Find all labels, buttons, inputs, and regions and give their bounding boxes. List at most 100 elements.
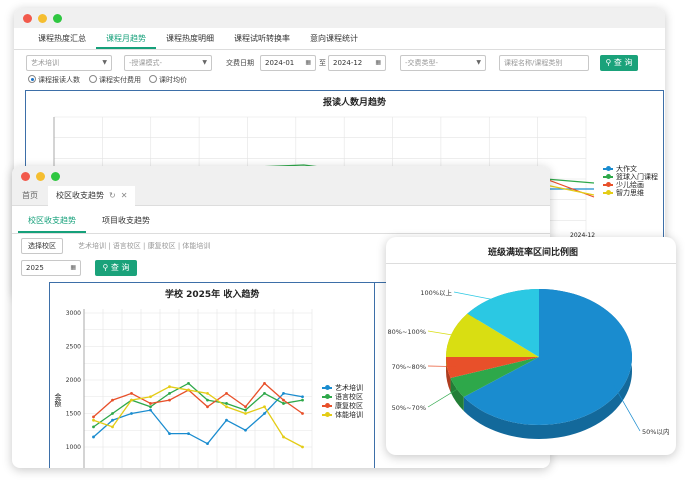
series-point-2: [149, 402, 152, 405]
maximize-window-button[interactable]: [53, 14, 62, 23]
class-fill-rate-card: 班级满班率区间比例图 50%以内 50%~70% 70%~80% 80%~100% 10…: [386, 237, 676, 455]
page-tabs: 首页 校区收支趋势 ↻ ✕: [12, 185, 550, 206]
mode-select[interactable]: -授课模式- ▼: [124, 55, 212, 71]
fill-rate-pie: 50%以内 50%~70% 70%~80% 80%~100% 100%以上: [388, 288, 669, 439]
close-window-button[interactable]: [23, 14, 32, 23]
series-point-2: [168, 398, 171, 402]
pie-label-4: 100%以上: [420, 288, 452, 297]
series-point-2: [130, 392, 133, 395]
tab-intent-course-stats[interactable]: 意向课程统计: [300, 28, 368, 49]
series-point-3: [244, 412, 247, 415]
series-point-3: [187, 388, 190, 392]
date-separator: 至: [319, 59, 326, 67]
series-point-3: [282, 435, 285, 439]
query-label: 查 询: [110, 263, 130, 272]
school-list: 艺术培训 | 语言校区 | 康复校区 | 体能培训: [78, 242, 211, 250]
year-input[interactable]: 2025 ▦: [21, 260, 81, 276]
pie-label-0: 50%以内: [642, 427, 669, 436]
series-point-0: [263, 412, 266, 415]
chevron-down-icon: ▼: [476, 59, 481, 66]
close-icon[interactable]: ✕: [121, 186, 128, 206]
series-point-2: [206, 405, 209, 409]
course-tabs: 课程热度汇总 课程月趋势 课程热度明细 课程试听转换率 意向课程统计: [14, 28, 665, 50]
pie-label-1: 50%~70%: [392, 404, 426, 412]
revenue-trend-chart: 学校 2025年 收入趋势 金额 1000 1500 2000 2500 3000 艺术…: [49, 282, 376, 468]
mode-value: -授课模式-: [129, 59, 163, 67]
series-point-3: [225, 405, 228, 409]
series-point-3: [301, 445, 304, 449]
date-label: 交费日期: [226, 59, 254, 67]
tab-course-heat-summary[interactable]: 课程热度汇总: [28, 28, 96, 49]
series-point-0: [301, 395, 304, 399]
date-to-input[interactable]: 2024-12 ▦: [328, 55, 386, 71]
series-point-0: [111, 418, 114, 422]
y-tick-label: 3000: [66, 310, 81, 317]
tab-course-heat-detail[interactable]: 课程热度明细: [156, 28, 224, 49]
calendar-icon: ▦: [375, 59, 381, 66]
series-point-1: [263, 392, 266, 395]
subtab-project-trend[interactable]: 项目收支趋势: [92, 210, 160, 233]
series-point-1: [225, 402, 228, 405]
chevron-down-icon: ▼: [102, 59, 107, 66]
series-point-1: [111, 412, 114, 415]
series-point-3: [111, 425, 114, 429]
maximize-window-button[interactable]: [51, 172, 60, 181]
pie-label-3: 80%~100%: [388, 328, 426, 336]
search-icon: ⚲: [605, 58, 612, 67]
minimize-window-button[interactable]: [38, 14, 47, 23]
refresh-icon[interactable]: ↻: [109, 186, 116, 206]
series-point-2: [282, 398, 285, 402]
y-tick-label: 2500: [66, 344, 81, 351]
date-to-value: 2024-12: [333, 59, 363, 67]
tab-course-monthly-trend[interactable]: 课程月趋势: [96, 28, 156, 49]
series-point-1: [187, 381, 190, 385]
series-point-0: [149, 408, 152, 412]
category-select[interactable]: 艺术培训 ▼: [26, 55, 112, 71]
series-point-0: [130, 412, 133, 415]
close-window-button[interactable]: [21, 172, 30, 181]
minimize-window-button[interactable]: [36, 172, 45, 181]
legend-label: 艺术培训: [335, 384, 363, 392]
tab-school-trend[interactable]: 校区收支趋势 ↻ ✕: [48, 185, 136, 206]
legend-label: 康复校区: [335, 402, 363, 410]
query-label: 查 询: [613, 58, 633, 67]
y-tick-label: 2000: [66, 377, 81, 384]
y-tick-label: 1500: [66, 411, 81, 418]
course-search-input[interactable]: 课程名称/课程类别: [499, 55, 589, 71]
legend-label: 语言校区: [335, 393, 363, 401]
choose-school-label: 选择校区: [28, 242, 56, 250]
search-icon: ⚲: [102, 263, 109, 272]
series-point-1: [244, 408, 247, 412]
radio-paid-fee[interactable]: [89, 75, 97, 83]
fee-type-value: -交费类型-: [405, 59, 439, 67]
series-point-3: [263, 405, 266, 409]
subtab-school-trend[interactable]: 校区收支趋势: [18, 210, 86, 233]
radio-avg-price-label: 课时均价: [159, 76, 187, 84]
series-point-3: [130, 398, 133, 402]
fee-type-select[interactable]: -交费类型- ▼: [400, 55, 486, 71]
series-point-2: [301, 412, 304, 415]
series-point-0: [206, 442, 209, 446]
series-point-3: [92, 418, 95, 422]
query-button[interactable]: ⚲ 查 询: [600, 55, 638, 71]
choose-school-button[interactable]: 选择校区: [21, 238, 63, 254]
radio-avg-price[interactable]: [149, 75, 157, 83]
series-point-3: [149, 395, 152, 399]
chevron-down-icon: ▼: [202, 59, 207, 66]
calendar-icon: ▦: [305, 59, 311, 66]
calendar-icon: ▦: [70, 264, 76, 271]
series-point-1: [301, 398, 304, 402]
tab-trial-conversion[interactable]: 课程试听转换率: [224, 28, 300, 49]
series-point-2: [92, 415, 95, 419]
query-button[interactable]: ⚲ 查 询: [95, 260, 137, 276]
radio-enroll-count[interactable]: [28, 75, 36, 83]
pie-label-2: 70%~80%: [392, 363, 426, 371]
series-point-0: [187, 432, 190, 435]
series-point-2: [111, 398, 114, 402]
date-from-value: 2024-01: [265, 59, 295, 67]
date-from-input[interactable]: 2024-01 ▦: [260, 55, 316, 71]
tab-home[interactable]: 首页: [12, 186, 48, 206]
category-value: 艺术培训: [31, 59, 59, 67]
series-point-3: [206, 392, 209, 395]
legend-label: 体能培训: [335, 411, 363, 419]
